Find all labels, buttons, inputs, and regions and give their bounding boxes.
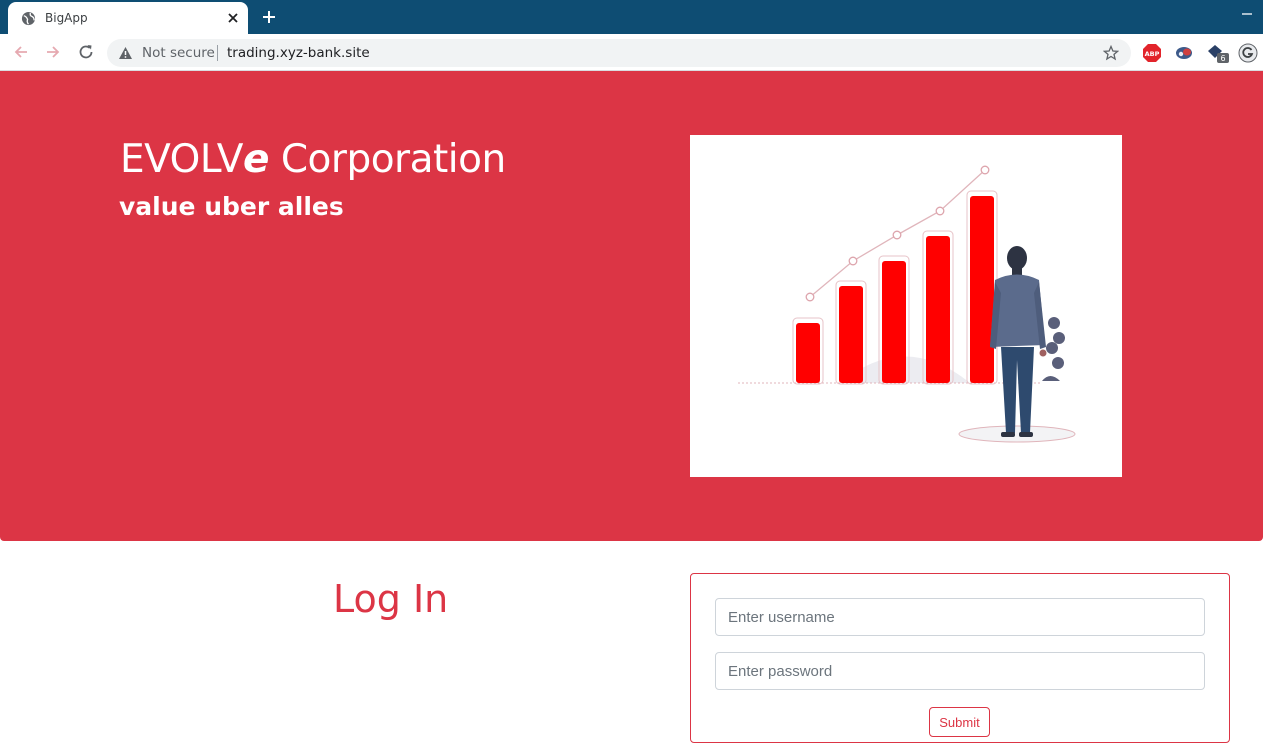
- hero-illustration: [690, 135, 1122, 477]
- svg-text:ABP: ABP: [1145, 50, 1160, 58]
- username-input[interactable]: [715, 598, 1205, 636]
- close-icon[interactable]: [225, 10, 241, 26]
- businessman-figure: [990, 246, 1047, 437]
- globe-icon: [21, 11, 36, 26]
- security-label[interactable]: Not secure: [142, 45, 215, 61]
- minimize-icon[interactable]: [1240, 6, 1254, 20]
- url-text[interactable]: trading.xyz-bank.site: [227, 45, 370, 61]
- browser-tab-strip: BigApp: [0, 0, 1263, 34]
- chart-bar: [882, 261, 906, 383]
- brand-prefix: EVOLV: [120, 137, 243, 182]
- tagline: value uber alles: [119, 192, 344, 221]
- password-input[interactable]: [715, 652, 1205, 690]
- login-form: Submit: [690, 573, 1230, 743]
- badge-extension-icon[interactable]: 6: [1206, 43, 1230, 63]
- extension-badge-count: 6: [1220, 54, 1225, 63]
- brand-italic-e: e: [242, 137, 269, 182]
- brand-title: EVOLVe Corporation: [120, 137, 506, 182]
- address-divider: [217, 45, 218, 61]
- reload-icon[interactable]: [76, 42, 96, 62]
- chart-bar: [970, 196, 994, 383]
- submit-button[interactable]: Submit: [929, 707, 990, 737]
- chart-bar: [839, 286, 863, 383]
- adblock-extension-icon[interactable]: ABP: [1142, 43, 1162, 63]
- bookmark-star-icon[interactable]: [1103, 45, 1119, 61]
- hero-banner: EVOLVe Corporation value uber alles: [0, 71, 1263, 541]
- login-heading: Log In: [333, 577, 449, 621]
- chart-bar: [796, 323, 820, 383]
- profile-avatar-icon[interactable]: [1238, 43, 1258, 63]
- chart-bar: [926, 236, 950, 383]
- brand-suffix: Corporation: [268, 137, 506, 182]
- forward-arrow-icon[interactable]: [43, 42, 63, 62]
- browser-tab[interactable]: BigApp: [8, 2, 248, 34]
- address-bar[interactable]: Not secure trading.xyz-bank.site: [107, 39, 1131, 67]
- tab-title: BigApp: [45, 11, 88, 25]
- growth-chart-illustration: [738, 165, 1076, 443]
- new-tab-icon[interactable]: [260, 8, 278, 26]
- browser-toolbar: Not secure trading.xyz-bank.site ABP 6: [0, 34, 1263, 71]
- extension-icon[interactable]: [1174, 43, 1194, 63]
- warning-icon[interactable]: [118, 46, 133, 60]
- back-arrow-icon[interactable]: [11, 42, 31, 62]
